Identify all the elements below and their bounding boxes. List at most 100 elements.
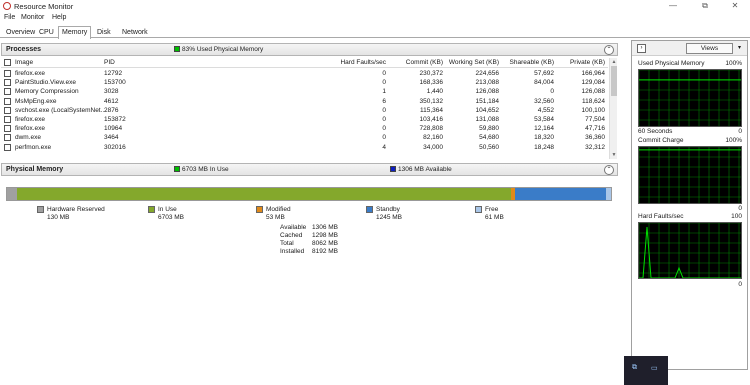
cell-commit: 82,160	[423, 134, 443, 142]
table-row[interactable]: Memory Compression 3028 1 1,440 126,088 0 126,…	[1, 87, 608, 96]
graph-title-commit: Commit Charge	[638, 137, 684, 144]
cell-shareable: 4,552	[537, 106, 554, 114]
cell-pid: 153700	[104, 79, 126, 87]
col-shareable[interactable]: Shareable (KB)	[510, 59, 554, 66]
cell-shareable: 53,584	[534, 116, 554, 123]
scroll-up-icon[interactable]: ▲	[610, 58, 618, 66]
table-row[interactable]: firefox.exe 10964 0 728,808 59,880 12,164 47,7…	[1, 124, 608, 133]
tray-window-icon[interactable]: ▭	[651, 364, 658, 372]
scroll-thumb[interactable]	[611, 66, 617, 96]
cell-shareable: 0	[550, 88, 554, 96]
cell-pid: 153872	[104, 116, 126, 123]
row-checkbox[interactable]	[4, 70, 11, 77]
processes-scrollbar[interactable]: ▲ ▼	[609, 58, 617, 159]
chevron-down-icon[interactable]: ▾	[738, 44, 741, 51]
legend-swatch	[475, 206, 482, 213]
menu-monitor[interactable]: Monitor	[21, 14, 44, 21]
legend-name: Standby	[376, 206, 400, 213]
scroll-down-icon[interactable]: ▼	[610, 151, 618, 159]
row-checkbox[interactable]	[4, 116, 11, 123]
cell-commit: 34,000	[423, 143, 443, 151]
tab-overview[interactable]: Overview	[2, 26, 39, 38]
row-checkbox[interactable]	[4, 106, 11, 114]
tab-memory[interactable]: Memory	[58, 26, 92, 39]
cell-shareable: 57,692	[534, 70, 554, 77]
hard-faults-graph	[638, 222, 742, 279]
row-checkbox[interactable]	[4, 88, 11, 96]
col-image[interactable]: Image	[15, 59, 33, 66]
legend-name: Free	[485, 206, 499, 213]
table-header: Image PID Hard Faults/sec Commit (KB) Wo…	[1, 58, 608, 68]
tab-disk[interactable]: Disk	[93, 26, 115, 38]
cell-pid: 3464	[104, 134, 119, 142]
available-status: 1306 MB Available	[390, 166, 452, 173]
graphs-panel: › Views ▾ Used Physical Memory 100% 60 S…	[631, 40, 748, 370]
restore-button[interactable]: ⧉	[690, 0, 720, 13]
graph-min-hard-faults: 0	[738, 281, 742, 288]
col-commit[interactable]: Commit (KB)	[406, 59, 443, 66]
graphs-panel-header: › Views ▾	[632, 41, 747, 56]
memory-segment	[7, 188, 17, 200]
cell-image: perfmon.exe	[15, 143, 52, 151]
cell-commit: 115,364	[419, 106, 443, 114]
menu-help[interactable]: Help	[52, 14, 66, 21]
cell-commit: 728,808	[419, 125, 444, 133]
processes-title: Processes	[6, 46, 42, 53]
summary-row: Total 8062 MB	[280, 240, 339, 247]
tray-app-icon[interactable]: ⧉	[632, 364, 637, 372]
in-use-indicator	[174, 166, 180, 172]
row-checkbox[interactable]	[4, 125, 11, 133]
cell-private: 36,360	[585, 134, 605, 142]
tab-cpu[interactable]: CPU	[35, 26, 58, 38]
expand-panel-icon[interactable]: ›	[637, 44, 646, 53]
cell-private: 118,624	[581, 97, 605, 105]
cell-pid: 4612	[104, 97, 119, 105]
cell-working-set: 126,088	[475, 88, 500, 96]
col-pid[interactable]: PID	[104, 59, 115, 66]
table-row[interactable]: firefox.exe 153872 0 103,416 131,088 53,584 77…	[1, 115, 608, 124]
cell-image: dwm.exe	[15, 134, 42, 142]
legend-value: 130 MB	[47, 214, 70, 221]
cell-working-set: 54,680	[479, 134, 499, 142]
select-all-checkbox[interactable]	[4, 59, 11, 66]
close-button[interactable]: ✕	[720, 0, 750, 13]
collapse-physical-memory-button[interactable]: ⌃	[604, 165, 614, 175]
used-physical-memory-graph	[638, 69, 742, 127]
table-row[interactable]: svchost.exe (LocalSystemNet... 2876 0 115,3…	[1, 106, 608, 115]
cell-hard-faults: 0	[382, 134, 386, 142]
cell-shareable: 32,560	[534, 97, 554, 105]
tab-network[interactable]: Network	[118, 26, 152, 38]
menu-file[interactable]: File	[4, 14, 15, 21]
table-row[interactable]: firefox.exe 12792 0 230,372 224,656 57,692 166…	[1, 69, 608, 78]
legend-value: 1245 MB	[376, 214, 403, 221]
available-status-text: 1306 MB Available	[398, 166, 452, 173]
cell-hard-faults: 4	[382, 143, 386, 151]
legend-swatch	[37, 206, 44, 213]
legend-name: In Use	[158, 206, 177, 213]
table-row[interactable]: dwm.exe 3464 0 82,160 54,680 18,320 36,360	[1, 133, 608, 142]
cell-private: 77,504	[585, 116, 605, 123]
graph-title-used-physical: Used Physical Memory	[638, 60, 705, 67]
memory-segment	[514, 188, 607, 200]
row-checkbox[interactable]	[4, 134, 11, 142]
graph-min-commit: 0	[738, 205, 742, 212]
views-button[interactable]: Views	[686, 43, 733, 54]
summary-row: Installed 8192 MB	[280, 248, 339, 255]
row-checkbox[interactable]	[4, 97, 11, 105]
physical-memory-section-header[interactable]: Physical Memory 6703 MB In Use 1306 MB A…	[1, 163, 618, 176]
table-row[interactable]: PaintStudio.View.exe 153700 0 168,336 213,08…	[1, 78, 608, 87]
row-checkbox[interactable]	[4, 143, 11, 151]
col-private[interactable]: Private (KB)	[570, 59, 605, 66]
col-working-set[interactable]: Working Set (KB)	[449, 59, 499, 66]
cell-working-set: 151,184	[475, 97, 500, 105]
cell-hard-faults: 0	[382, 125, 386, 133]
table-row[interactable]: perfmon.exe 302016 4 34,000 50,560 18,248 32,3…	[1, 143, 608, 152]
collapse-processes-button[interactable]: ⌃	[604, 45, 614, 55]
minimize-button[interactable]: —	[658, 0, 688, 13]
col-hard-faults[interactable]: Hard Faults/sec	[340, 59, 386, 66]
row-checkbox[interactable]	[4, 79, 11, 87]
cell-image: svchost.exe (LocalSystemNet...	[15, 106, 107, 114]
table-row[interactable]: MsMpEng.exe 4612 6 350,132 151,184 32,560 118,…	[1, 97, 608, 106]
cell-shareable: 18,320	[534, 134, 554, 142]
processes-section-header[interactable]: Processes 83% Used Physical Memory ⌃	[1, 43, 618, 56]
